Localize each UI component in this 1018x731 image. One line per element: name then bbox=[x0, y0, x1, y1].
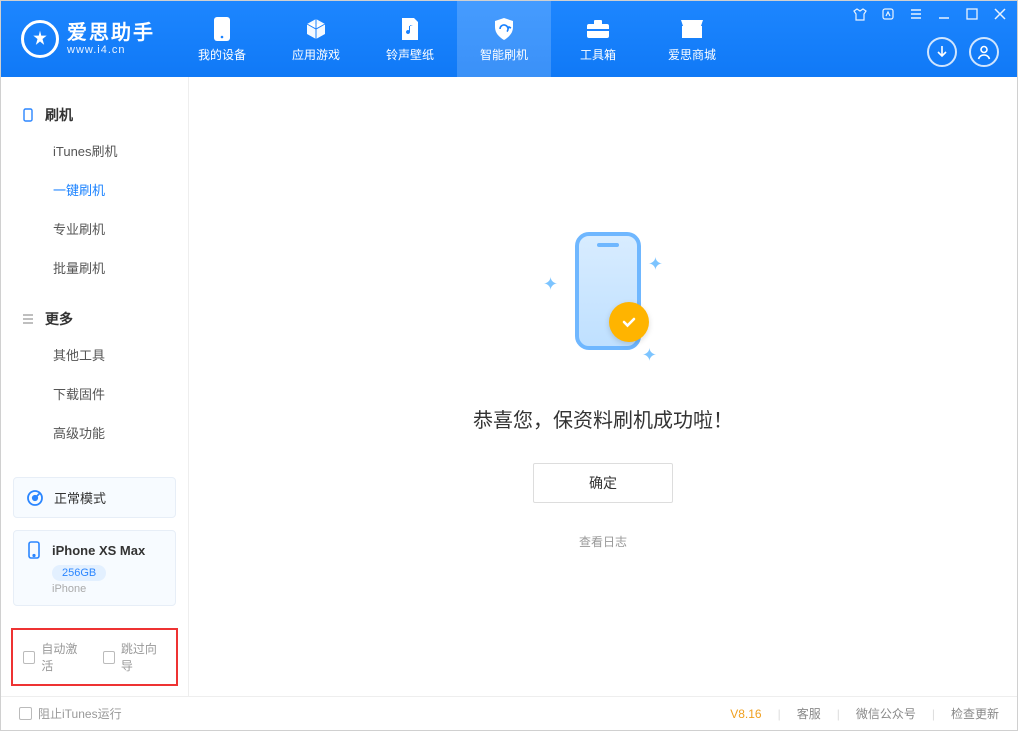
footer: 阻止iTunes运行 V8.16 | 客服 | 微信公众号 | 检查更新 bbox=[1, 696, 1017, 730]
version-label: V8.16 bbox=[730, 707, 761, 721]
checkbox-icon bbox=[23, 651, 35, 664]
device-small-icon bbox=[21, 108, 35, 122]
device-storage-badge: 256GB bbox=[52, 565, 106, 581]
cube-icon bbox=[303, 16, 329, 42]
sidebar-group-flash: 刷机 bbox=[1, 99, 188, 131]
view-log-link[interactable]: 查看日志 bbox=[579, 533, 627, 550]
logo-icon bbox=[21, 20, 59, 58]
logo[interactable]: 爱思助手 www.i4.cn bbox=[1, 20, 175, 58]
success-message: 恭喜您，保资料刷机成功啦！ bbox=[473, 404, 733, 433]
nav-other-tools[interactable]: 其他工具 bbox=[1, 335, 188, 374]
success-illustration: ✦ ✦ ✦ bbox=[513, 224, 693, 374]
nav-itunes-flash[interactable]: iTunes刷机 bbox=[1, 131, 188, 170]
phone-icon bbox=[209, 16, 235, 42]
options-highlight-box: 自动激活 跳过向导 bbox=[11, 628, 178, 686]
tab-smart-flash[interactable]: 智能刷机 bbox=[457, 1, 551, 77]
shirt-icon[interactable] bbox=[853, 7, 867, 21]
tab-toolbox[interactable]: 工具箱 bbox=[551, 1, 645, 77]
check-update-link[interactable]: 检查更新 bbox=[951, 705, 999, 722]
toolbox-icon bbox=[585, 16, 611, 42]
device-icon bbox=[26, 541, 42, 559]
close-icon[interactable] bbox=[993, 7, 1007, 21]
main-content: ✦ ✦ ✦ 恭喜您，保资料刷机成功啦！ 确定 查看日志 bbox=[189, 77, 1017, 696]
mode-icon bbox=[26, 489, 44, 507]
brand-site: www.i4.cn bbox=[67, 44, 155, 56]
download-button[interactable] bbox=[927, 37, 957, 67]
tab-apps-games[interactable]: 应用游戏 bbox=[269, 1, 363, 77]
sparkle-icon: ✦ bbox=[648, 254, 663, 275]
sidebar-nav: 刷机 iTunes刷机 一键刷机 专业刷机 批量刷机 更多 其他工具 下载固件 … bbox=[1, 77, 188, 471]
tab-store[interactable]: 爱思商城 bbox=[645, 1, 739, 77]
device-type: iPhone bbox=[52, 583, 163, 595]
tab-ringtone-wallpaper[interactable]: 铃声壁纸 bbox=[363, 1, 457, 77]
header-actions bbox=[927, 37, 999, 67]
sidebar: 刷机 iTunes刷机 一键刷机 专业刷机 批量刷机 更多 其他工具 下载固件 … bbox=[1, 77, 189, 696]
checkbox-icon bbox=[103, 651, 115, 664]
main-tabs: 我的设备 应用游戏 铃声壁纸 智能刷机 工具箱 爱思商城 bbox=[175, 1, 739, 77]
checkbox-block-itunes[interactable]: 阻止iTunes运行 bbox=[19, 705, 122, 722]
checkbox-skip-guide[interactable]: 跳过向导 bbox=[103, 640, 167, 674]
user-button[interactable] bbox=[969, 37, 999, 67]
nav-batch-flash[interactable]: 批量刷机 bbox=[1, 248, 188, 287]
sidebar-group-more: 更多 bbox=[1, 303, 188, 335]
tab-my-device[interactable]: 我的设备 bbox=[175, 1, 269, 77]
window-controls bbox=[853, 7, 1007, 21]
checkbox-auto-activate[interactable]: 自动激活 bbox=[23, 640, 87, 674]
mode-card[interactable]: 正常模式 bbox=[13, 477, 176, 518]
sparkle-icon: ✦ bbox=[642, 345, 657, 366]
support-link[interactable]: 客服 bbox=[797, 705, 821, 722]
body: 刷机 iTunes刷机 一键刷机 专业刷机 批量刷机 更多 其他工具 下载固件 … bbox=[1, 77, 1017, 696]
device-name: iPhone XS Max bbox=[52, 543, 145, 558]
store-icon bbox=[679, 16, 705, 42]
nav-pro-flash[interactable]: 专业刷机 bbox=[1, 209, 188, 248]
minimize-icon[interactable] bbox=[937, 7, 951, 21]
sparkle-icon: ✦ bbox=[543, 274, 558, 295]
app-window: 爱思助手 www.i4.cn 我的设备 应用游戏 铃声壁纸 智能刷机 bbox=[0, 0, 1018, 731]
refresh-shield-icon bbox=[491, 16, 517, 42]
sound-icon[interactable] bbox=[881, 7, 895, 21]
music-file-icon bbox=[397, 16, 423, 42]
check-badge-icon bbox=[609, 302, 649, 342]
menu-icon[interactable] bbox=[909, 7, 923, 21]
header: 爱思助手 www.i4.cn 我的设备 应用游戏 铃声壁纸 智能刷机 bbox=[1, 1, 1017, 77]
mode-label: 正常模式 bbox=[54, 488, 106, 507]
nav-oneclick-flash[interactable]: 一键刷机 bbox=[1, 170, 188, 209]
maximize-icon[interactable] bbox=[965, 7, 979, 21]
device-card[interactable]: iPhone XS Max 256GB iPhone bbox=[13, 530, 176, 606]
nav-download-firmware[interactable]: 下载固件 bbox=[1, 374, 188, 413]
brand-name: 爱思助手 bbox=[67, 22, 155, 44]
wechat-link[interactable]: 微信公众号 bbox=[856, 705, 916, 722]
ok-button[interactable]: 确定 bbox=[533, 463, 673, 503]
checkbox-icon bbox=[19, 707, 32, 720]
nav-advanced[interactable]: 高级功能 bbox=[1, 413, 188, 452]
list-icon bbox=[21, 312, 35, 326]
